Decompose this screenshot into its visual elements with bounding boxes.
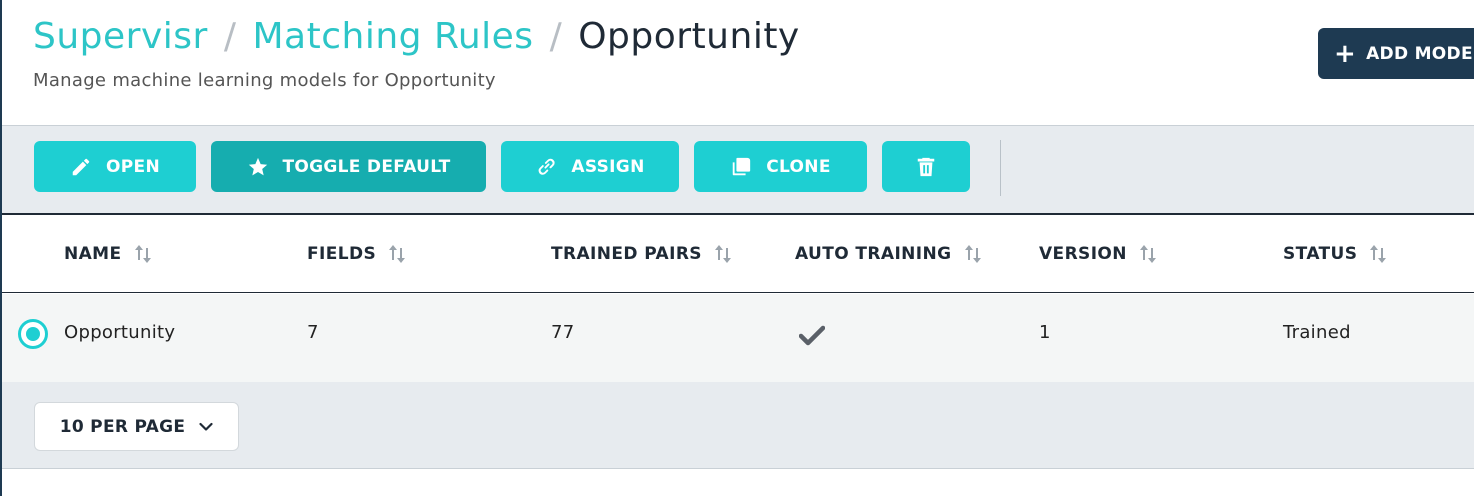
page-title: Opportunity [578, 16, 800, 57]
plus-icon: + [1334, 38, 1357, 69]
row-select-radio[interactable] [18, 319, 48, 349]
cell-fields: 7 [307, 322, 319, 343]
action-toolbar: OPEN TOGGLE DEFAULT ASSIGN CLONE [2, 126, 1474, 213]
copy-icon [733, 157, 751, 175]
clone-label: CLONE [766, 156, 831, 177]
per-page-label: 10 PER PAGE [59, 416, 186, 437]
column-header-name[interactable]: NAME [64, 243, 152, 265]
assign-label: ASSIGN [571, 156, 645, 177]
page: Supervisr / Matching Rules / Opportunity Man… [0, 0, 1474, 496]
sort-icon [964, 245, 981, 263]
sort-icon [1370, 245, 1387, 263]
sort-icon [134, 245, 151, 263]
per-page-dropdown[interactable]: 10 PER PAGE [34, 402, 239, 451]
page-subtitle: Manage machine learning models for Oppor… [33, 70, 496, 91]
open-button[interactable]: OPEN [34, 141, 196, 192]
star-icon [248, 157, 267, 175]
page-header: Supervisr / Matching Rules / Opportunity Man… [2, 0, 1474, 126]
column-header-trained-pairs[interactable]: TRAINED PAIRS [551, 243, 732, 265]
checkmark-icon [799, 325, 825, 346]
column-header-label: AUTO TRAINING [795, 244, 952, 264]
table-header: NAME FIELDS TRAINED PAIRS AUTO TRAINING … [2, 215, 1474, 293]
add-model-button[interactable]: + ADD MODEL [1318, 28, 1474, 79]
breadcrumb-link-supervisr[interactable]: Supervisr [33, 16, 208, 57]
cell-name: Opportunity [64, 322, 176, 343]
column-header-auto-training[interactable]: AUTO TRAINING [795, 243, 982, 265]
trash-icon [917, 157, 935, 176]
breadcrumb-separator: / [223, 16, 237, 57]
cell-trained-pairs: 77 [551, 322, 575, 343]
breadcrumb-separator: / [549, 16, 563, 57]
column-header-label: FIELDS [307, 244, 377, 264]
link-icon [539, 158, 556, 175]
delete-button[interactable] [882, 141, 970, 192]
chevron-down-icon [199, 422, 213, 431]
sort-icon [389, 245, 406, 263]
table-row[interactable]: Opportunity 7 77 1 Trained [2, 294, 1474, 382]
toolbar-divider [1000, 140, 1001, 196]
cell-version: 1 [1039, 322, 1051, 343]
open-label: OPEN [106, 156, 160, 177]
table-footer: 10 PER PAGE [2, 382, 1474, 469]
cell-status: Trained [1283, 322, 1351, 343]
models-table: NAME FIELDS TRAINED PAIRS AUTO TRAINING … [2, 213, 1474, 382]
column-header-label: VERSION [1039, 244, 1127, 264]
column-header-label: STATUS [1283, 244, 1358, 264]
breadcrumb: Supervisr / Matching Rules / Opportunity [33, 16, 800, 57]
sort-icon [1139, 245, 1156, 263]
toggle-default-button[interactable]: TOGGLE DEFAULT [211, 141, 486, 192]
column-header-version[interactable]: VERSION [1039, 243, 1157, 265]
add-model-label: ADD MODEL [1366, 43, 1474, 64]
column-header-label: TRAINED PAIRS [551, 244, 702, 264]
clone-button[interactable]: CLONE [694, 141, 867, 192]
assign-button[interactable]: ASSIGN [501, 141, 679, 192]
toggle-default-label: TOGGLE DEFAULT [282, 156, 451, 177]
column-header-label: NAME [64, 244, 122, 264]
breadcrumb-link-matching-rules[interactable]: Matching Rules [252, 16, 533, 57]
column-header-fields[interactable]: FIELDS [307, 243, 406, 265]
column-header-status[interactable]: STATUS [1283, 243, 1387, 265]
sort-icon [714, 245, 731, 263]
pencil-icon [72, 158, 90, 175]
